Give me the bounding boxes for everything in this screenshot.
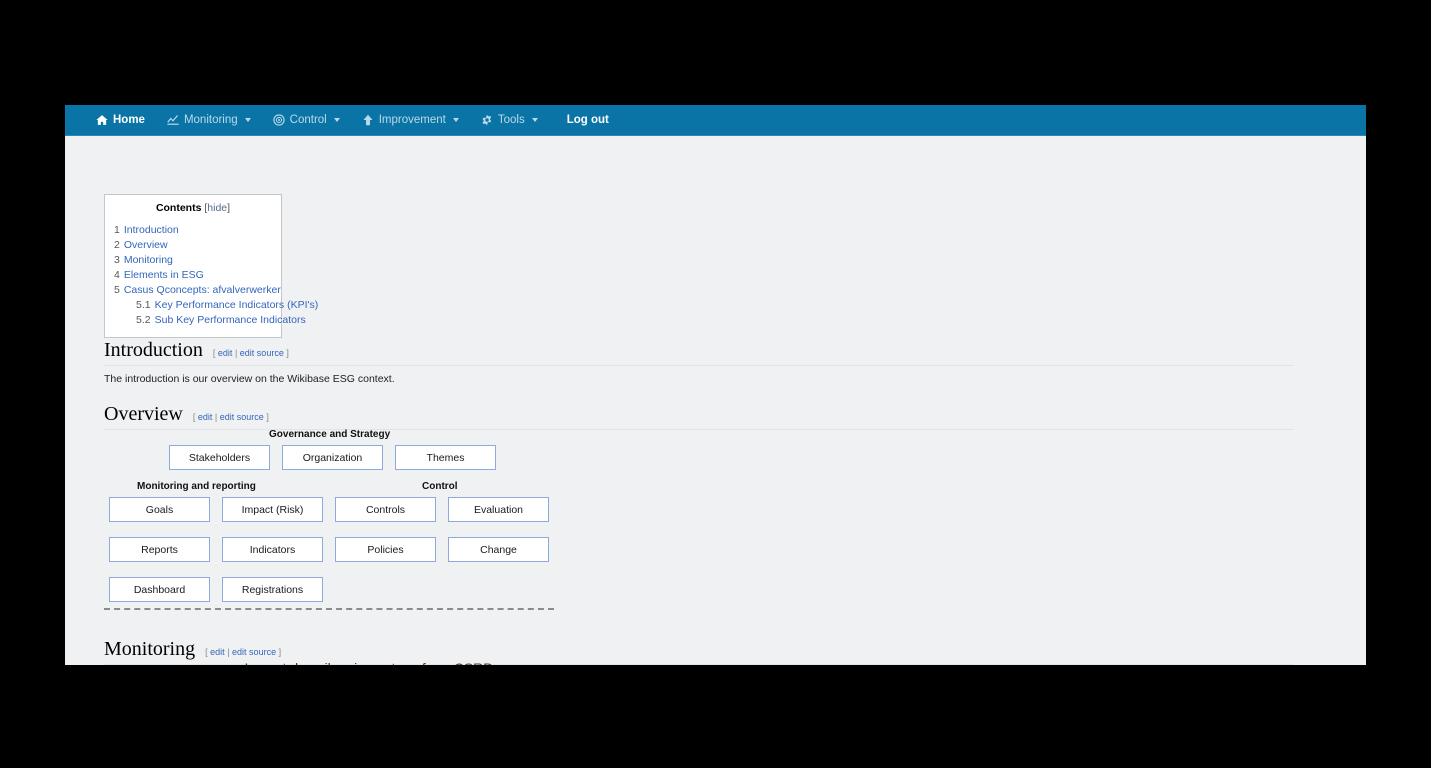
diagram-box-registrations[interactable]: Registrations xyxy=(222,577,323,602)
chevron-down-icon xyxy=(334,118,340,122)
bullseye-icon xyxy=(273,114,285,126)
chevron-down-icon xyxy=(532,118,538,122)
toc-entry-number: 4 xyxy=(114,269,120,281)
toc-title: Contents [hide] xyxy=(114,202,272,214)
edit-bracket-open: [ xyxy=(193,412,196,422)
diagram-box-organization[interactable]: Organization xyxy=(282,445,383,470)
toc-entry[interactable]: 1 Introduction xyxy=(114,223,272,238)
toc-entry-label[interactable]: Key Performance Indicators (KPI's) xyxy=(155,299,319,311)
edit-source-link[interactable]: edit source xyxy=(232,647,276,657)
diagram-box-policies[interactable]: Policies xyxy=(335,537,436,562)
section-heading-overview: Overview [ edit | edit source ] xyxy=(104,403,1294,430)
nav-item-monitoring[interactable]: Monitoring xyxy=(156,105,262,136)
toc-entry[interactable]: 5Casus Qconcepts: afvalverwerker xyxy=(114,283,272,298)
toc-entry-number: 1 xyxy=(114,224,120,236)
toc-bracket-close: ] xyxy=(227,202,230,214)
diagram-box-themes[interactable]: Themes xyxy=(395,445,496,470)
edit-link-separator: | xyxy=(235,348,237,358)
monitoring-bullet-item: ● Impact describes impact conform CSRD xyxy=(230,660,493,665)
edit-link[interactable]: edit xyxy=(198,412,213,422)
nav-item-improvement-label: Improvement xyxy=(379,114,446,126)
diagram-group-label-monitoring: Monitoring and reporting xyxy=(137,481,256,492)
diagram-box-controls[interactable]: Controls xyxy=(335,497,436,522)
edit-link-separator: | xyxy=(227,647,229,657)
diagram-box-change[interactable]: Change xyxy=(448,537,549,562)
nav-item-improvement[interactable]: Improvement xyxy=(351,105,470,136)
toc-entry[interactable]: 2 Overview xyxy=(114,238,272,253)
chart-line-icon xyxy=(167,114,179,126)
edit-bracket-open: [ xyxy=(213,348,216,358)
nav-item-home-label: Home xyxy=(113,114,145,126)
nav-item-tools-label: Tools xyxy=(498,114,525,126)
toc-entry[interactable]: 4 Elements in ESG xyxy=(114,268,272,283)
toc-entry-label[interactable]: Sub Key Performance Indicators xyxy=(155,314,306,326)
diagram-box-indicators[interactable]: Indicators xyxy=(222,537,323,562)
toc-title-label: Contents xyxy=(156,202,202,214)
browser-page: Home Monitoring Control xyxy=(65,105,1366,665)
nav-item-control[interactable]: Control xyxy=(262,105,351,136)
toc-entry-number: 5 xyxy=(114,284,120,296)
diagram-group-label-governance: Governance and Strategy xyxy=(269,429,390,440)
chevron-down-icon xyxy=(245,118,251,122)
diagram-box-goals[interactable]: Goals xyxy=(109,497,210,522)
diagram-box-reports[interactable]: Reports xyxy=(109,537,210,562)
logout-label: Log out xyxy=(567,114,609,126)
toc-entry-sub[interactable]: 5.1Key Performance Indicators (KPI's) xyxy=(114,298,272,313)
diagram-box-dashboard[interactable]: Dashboard xyxy=(109,577,210,602)
edit-link[interactable]: edit xyxy=(210,647,225,657)
toc-entry-number: 5.2 xyxy=(136,314,151,326)
chevron-down-icon xyxy=(453,118,459,122)
toc-entry-label[interactable]: Elements in ESG xyxy=(124,269,204,281)
diagram-box-evaluation[interactable]: Evaluation xyxy=(448,497,549,522)
nav-item-tools[interactable]: Tools xyxy=(470,105,549,136)
gear-icon xyxy=(481,114,493,126)
toc-entry-label[interactable]: Overview xyxy=(124,239,168,251)
edit-links-overview: [ edit | edit source ] xyxy=(193,412,269,422)
edit-bracket-open: [ xyxy=(205,647,208,657)
toc-entry[interactable]: 3 Monitoring xyxy=(114,253,272,268)
logout-button[interactable]: Log out xyxy=(549,105,620,136)
edit-bracket-close: ] xyxy=(286,348,289,358)
edit-link-separator: | xyxy=(215,412,217,422)
edit-bracket-close: ] xyxy=(266,412,269,422)
toc-entry-label[interactable]: Introduction xyxy=(124,224,179,236)
toc-entry-number: 5.1 xyxy=(136,299,151,311)
section-heading-introduction: Introduction [ edit | edit source ] xyxy=(104,339,1294,366)
toc-entry-number: 3 xyxy=(114,254,120,266)
page-content: Contents [hide] 1Introduction 2Overview … xyxy=(65,136,1366,664)
edit-link[interactable]: edit xyxy=(218,348,233,358)
toc-entry-number: 2 xyxy=(114,239,120,251)
table-of-contents: Contents [hide] 1Introduction 2Overview … xyxy=(104,194,282,338)
edit-source-link[interactable]: edit source xyxy=(240,348,284,358)
edit-links-monitoring: [ edit | edit source ] xyxy=(205,647,281,657)
nav-item-monitoring-label: Monitoring xyxy=(184,114,238,126)
edit-bracket-close: ] xyxy=(279,647,282,657)
top-navigation-bar: Home Monitoring Control xyxy=(65,105,1366,136)
diagram-box-stakeholders[interactable]: Stakeholders xyxy=(169,445,270,470)
page-title-monitoring: Monitoring xyxy=(104,638,195,660)
bullet-dot-icon: ● xyxy=(230,660,235,665)
toc-entry-sub[interactable]: 5.2Sub Key Performance Indicators xyxy=(114,313,272,328)
toc-entry-label[interactable]: Casus Qconcepts: afvalverwerker xyxy=(124,284,281,296)
page-title-overview: Overview xyxy=(104,403,183,425)
page-title-introduction: Introduction xyxy=(104,339,203,361)
edit-source-link[interactable]: edit source xyxy=(220,412,264,422)
diagram-box-impact-risk[interactable]: Impact (Risk) xyxy=(222,497,323,522)
diagram-dashed-divider xyxy=(104,608,554,610)
nav-item-home[interactable]: Home xyxy=(85,105,156,136)
toc-entry-label[interactable]: Monitoring xyxy=(124,254,173,266)
monitoring-bullet-text: Impact describes impact conform CSRD xyxy=(244,660,493,665)
nav-item-control-label: Control xyxy=(290,114,327,126)
diagram-group-label-control: Control xyxy=(422,481,458,492)
edit-links-introduction: [ edit | edit source ] xyxy=(213,348,289,358)
home-icon xyxy=(96,114,108,126)
arrow-up-icon xyxy=(362,114,374,126)
toc-hide-link[interactable]: hide xyxy=(207,202,227,214)
esg-overview-diagram: Governance and Strategy Monitoring and r… xyxy=(104,429,574,614)
introduction-paragraph: The introduction is our overview on the … xyxy=(104,373,395,385)
